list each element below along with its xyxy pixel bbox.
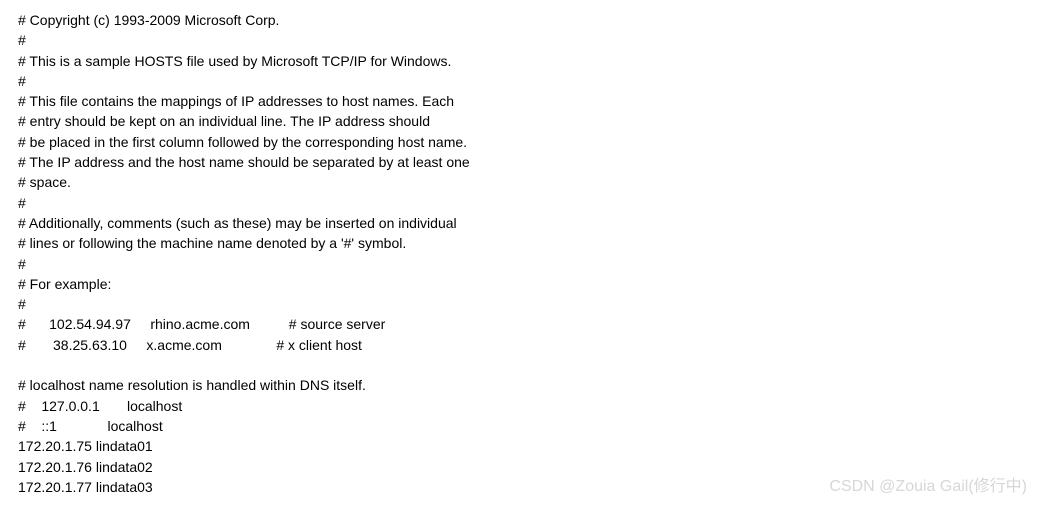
file-line: # The IP address and the host name shoul…	[18, 152, 1025, 172]
file-line: 172.20.1.76 lindata02	[18, 457, 1025, 477]
file-line: # Additionally, comments (such as these)…	[18, 213, 1025, 233]
file-line: #	[18, 254, 1025, 274]
file-line: # For example:	[18, 274, 1025, 294]
hosts-file-content: # Copyright (c) 1993-2009 Microsoft Corp…	[18, 10, 1025, 497]
file-line: # be placed in the first column followed…	[18, 132, 1025, 152]
file-line: # ::1 localhost	[18, 416, 1025, 436]
file-line: # 127.0.0.1 localhost	[18, 396, 1025, 416]
file-line: #	[18, 71, 1025, 91]
file-line: #	[18, 193, 1025, 213]
file-line: #	[18, 294, 1025, 314]
file-line: # 102.54.94.97 rhino.acme.com # source s…	[18, 314, 1025, 334]
file-line: 172.20.1.77 lindata03	[18, 477, 1025, 497]
file-line	[18, 355, 1025, 375]
file-line: # Copyright (c) 1993-2009 Microsoft Corp…	[18, 10, 1025, 30]
file-line: # This file contains the mappings of IP …	[18, 91, 1025, 111]
file-line: # lines or following the machine name de…	[18, 233, 1025, 253]
file-line: # This is a sample HOSTS file used by Mi…	[18, 51, 1025, 71]
file-line: # space.	[18, 172, 1025, 192]
file-line: 172.20.1.75 lindata01	[18, 436, 1025, 456]
file-line: #	[18, 30, 1025, 50]
file-line: # entry should be kept on an individual …	[18, 111, 1025, 131]
file-line: # localhost name resolution is handled w…	[18, 375, 1025, 395]
file-line: # 38.25.63.10 x.acme.com # x client host	[18, 335, 1025, 355]
